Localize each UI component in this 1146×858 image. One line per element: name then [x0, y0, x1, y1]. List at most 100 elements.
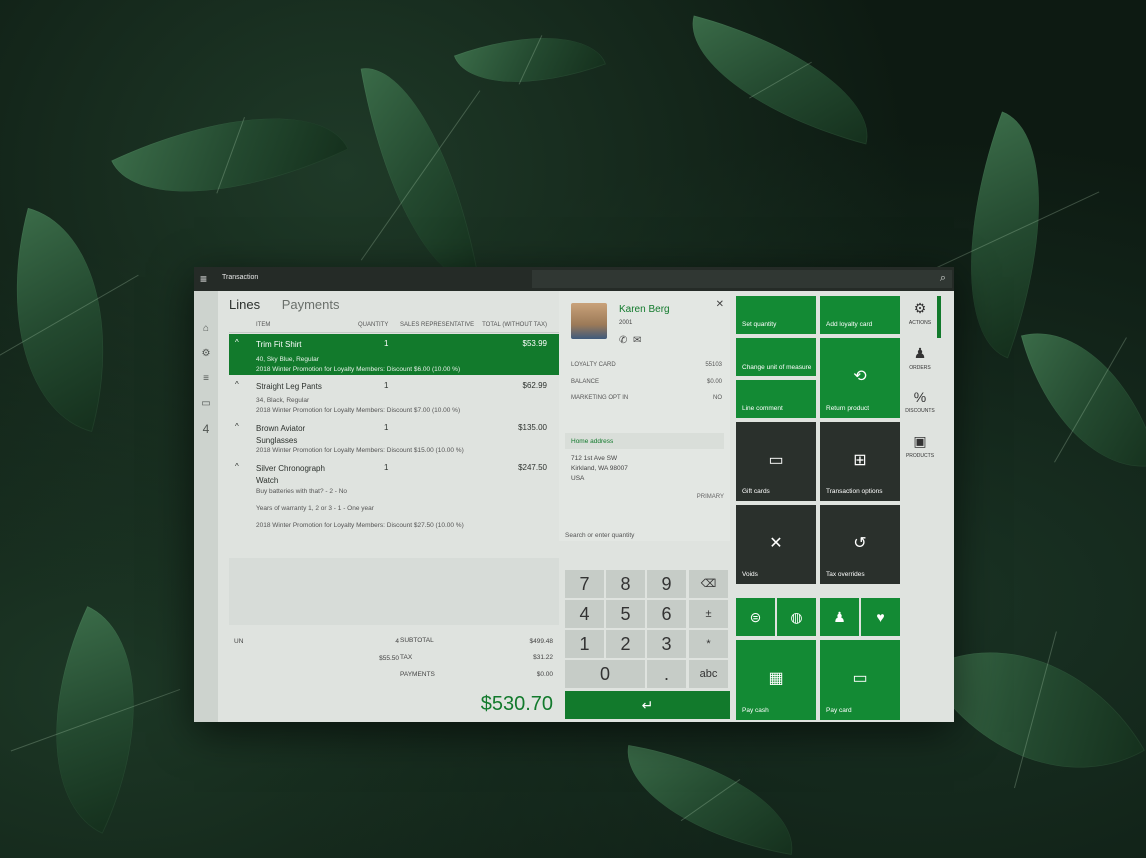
backspace-key[interactable]: ⌫	[689, 570, 728, 598]
title-bar: ≡ Transaction ⌕	[194, 267, 954, 291]
subtotal-value: $499.48	[529, 638, 554, 645]
customer-name[interactable]: Karen Berg	[619, 304, 670, 315]
key-9[interactable]: 9	[647, 570, 686, 598]
actions-nav[interactable]: ⚙ ACTIONS	[900, 300, 940, 326]
tax-overrides-button[interactable]: ↺ Tax overrides	[820, 505, 900, 584]
key-2[interactable]: 2	[606, 630, 645, 658]
decimal-key[interactable]: .	[647, 660, 686, 688]
set-quantity-button[interactable]: Set quantity	[736, 296, 816, 334]
abc-key[interactable]: abc	[689, 660, 728, 688]
line-comment-button[interactable]: Line comment	[736, 380, 816, 418]
marketing-label: MARKETING OPT IN	[571, 395, 629, 401]
tile-label: Return product	[826, 405, 869, 412]
col-quantity[interactable]: QUANTITY	[358, 322, 388, 328]
tile-label: Gift cards	[742, 488, 770, 495]
key-4[interactable]: 4	[565, 600, 604, 628]
chevron-up-icon[interactable]: ^	[235, 338, 239, 347]
key-0[interactable]: 0	[565, 660, 645, 688]
line-promotion: 2018 Winter Promotion for Loyalty Member…	[256, 522, 464, 529]
table-row[interactable]: ^ Straight Leg Pants 1 $62.99 34, Black,…	[229, 376, 559, 417]
voids-button[interactable]: ✕ Voids	[736, 505, 816, 584]
leaf-decoration	[1020, 309, 1146, 491]
key-7[interactable]: 7	[565, 570, 604, 598]
table-row[interactable]: ^ Brown Aviator Sunglasses 1 $135.00 201…	[229, 418, 559, 457]
lines-count-label: UN	[234, 638, 244, 645]
leaf-decoration	[0, 207, 144, 433]
col-sales-rep[interactable]: SALES REPRESENTATIVE	[400, 322, 474, 328]
line-item-name: Straight Leg Pants	[256, 382, 322, 391]
chevron-up-icon[interactable]: ^	[235, 422, 239, 431]
nav-label: DISCOUNTS	[905, 408, 935, 414]
key-3[interactable]: 3	[647, 630, 686, 658]
home-icon[interactable]: ⌂	[200, 323, 212, 335]
tile-label: Pay card	[826, 707, 852, 714]
loyalty-card-value: 55103	[705, 362, 722, 368]
gift-cards-button[interactable]: ▭ Gift cards	[736, 422, 816, 501]
tile-label: Change unit of measure	[742, 364, 812, 371]
key-5[interactable]: 5	[606, 600, 645, 628]
line-total: $135.00	[518, 423, 547, 432]
key-8[interactable]: 8	[606, 570, 645, 598]
chevron-up-icon[interactable]: ^	[235, 462, 239, 471]
line-promotion: 2018 Winter Promotion for Loyalty Member…	[256, 366, 461, 373]
key-1[interactable]: 1	[565, 630, 604, 658]
plus-minus-key[interactable]: ±	[689, 600, 728, 628]
address-type: PRIMARY	[696, 494, 724, 500]
chevron-up-icon[interactable]: ^	[235, 380, 239, 389]
line-item-name: Silver Chronograph Watch	[256, 464, 325, 485]
enter-key[interactable]: ↵	[565, 691, 730, 719]
tile-label: Set quantity	[742, 321, 777, 328]
return-product-button[interactable]: ⟲ Return product	[820, 338, 900, 418]
void-icon: ✕	[769, 534, 783, 552]
key-6[interactable]: 6	[647, 600, 686, 628]
customer-icon[interactable]: ♟	[820, 598, 859, 636]
discounts-nav[interactable]: % DISCOUNTS	[900, 389, 940, 414]
products-icon[interactable]: ⚙	[200, 348, 212, 360]
change-unit-button[interactable]: Change unit of measure	[736, 338, 816, 376]
tab-payments[interactable]: Payments	[282, 297, 340, 312]
add-loyalty-card-button[interactable]: Add loyalty card	[820, 296, 900, 334]
products-nav[interactable]: ▣ PRODUCTS	[900, 433, 940, 459]
list-icon[interactable]: ≡	[200, 373, 212, 385]
nav-rail: ⌂ ⚙ ≡ ▭ 4	[194, 291, 218, 722]
leaf-decoration	[2, 606, 188, 834]
discount-tag-icon: %	[913, 389, 927, 405]
col-item[interactable]: ITEM	[256, 322, 270, 328]
line-quantity: 1	[384, 423, 389, 432]
amount-due: $530.70	[480, 693, 553, 715]
close-icon[interactable]: ✕	[716, 299, 724, 310]
equals-button[interactable]: ⊜	[736, 598, 775, 636]
leaf-decoration	[925, 594, 1145, 826]
col-total[interactable]: TOTAL (WITHOUT TAX)	[482, 322, 547, 328]
tax-label: TAX	[400, 654, 413, 661]
cart-count[interactable]: 4	[200, 423, 212, 435]
orders-nav[interactable]: ♟ ORDERS	[900, 345, 940, 371]
table-row[interactable]: ^ Trim Fit Shirt 1 $53.99 40, Sky Blue, …	[229, 334, 559, 375]
customer-id: 2001	[619, 320, 633, 326]
cart-icon[interactable]: ▭	[200, 398, 212, 410]
multiply-key[interactable]: *	[689, 630, 728, 658]
search-quantity-input[interactable]: Search or enter quantity	[565, 532, 634, 539]
tile-label: Line comment	[742, 405, 783, 412]
tab-lines[interactable]: Lines	[229, 297, 260, 312]
line-total: $247.50	[518, 463, 547, 472]
pay-cash-button[interactable]: ▦ Pay cash	[736, 640, 816, 720]
search-icon[interactable]: ⌕	[940, 272, 946, 285]
transaction-options-button[interactable]: ⊞ Transaction options	[820, 422, 900, 501]
line-promotion: 2018 Winter Promotion for Loyalty Member…	[256, 407, 461, 414]
avatar	[571, 303, 607, 339]
marketing-value: NO	[713, 395, 722, 401]
home-address-header[interactable]: Home address	[565, 433, 724, 449]
table-row[interactable]: ^ Silver Chronograph Watch 1 $247.50 Buy…	[229, 458, 559, 530]
tax-value: $31.22	[533, 654, 553, 661]
line-total: $53.99	[522, 339, 547, 348]
loyalty-card-label: LOYALTY CARD	[571, 362, 616, 368]
cart-options-icon: ⊞	[853, 451, 867, 469]
heart-icon[interactable]: ♥	[861, 598, 900, 636]
globe-icon[interactable]: ◍	[777, 598, 816, 636]
hamburger-menu-icon[interactable]: ≡	[200, 272, 212, 286]
mail-icon[interactable]: ✉	[633, 335, 641, 346]
global-search-box[interactable]: ⌕	[532, 270, 952, 288]
pay-card-button[interactable]: ▭ Pay card	[820, 640, 900, 720]
phone-icon[interactable]: ✆	[619, 335, 627, 346]
